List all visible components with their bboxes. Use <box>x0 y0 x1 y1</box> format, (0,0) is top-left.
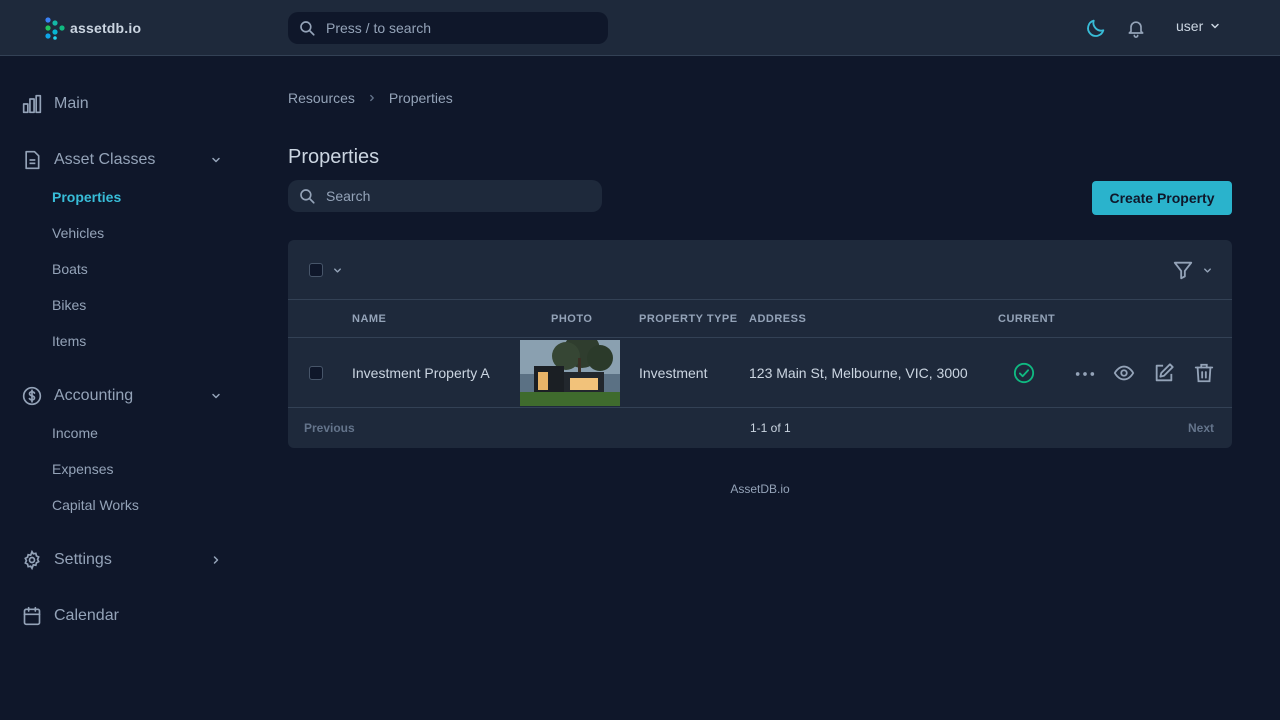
pagination: Previous 1-1 of 1 Next <box>288 408 1232 448</box>
sidebar-subitem-income[interactable]: Income <box>52 425 98 441</box>
select-all-checkbox[interactable] <box>309 263 323 277</box>
table-header: NAME PHOTO PROPERTY TYPE ADDRESS CURRENT <box>288 300 1232 338</box>
sidebar-item-label: Asset Classes <box>54 151 156 168</box>
breadcrumb-current: Properties <box>388 90 453 106</box>
sidebar-subitem-items[interactable]: Items <box>52 333 86 349</box>
properties-table: NAME PHOTO PROPERTY TYPE ADDRESS CURRENT… <box>288 240 1232 448</box>
table-row[interactable]: Investment Property A Investment 123 Mai… <box>288 338 1232 408</box>
cell-address: 123 Main St, Melbourne, VIC, 3000 <box>749 365 968 381</box>
chevron-down-icon <box>1211 23 1219 29</box>
chevron-down-icon <box>212 393 220 399</box>
dollar-icon <box>22 386 42 406</box>
chevron-right-icon <box>213 556 219 564</box>
moon-icon[interactable] <box>1085 17 1107 39</box>
create-property-button[interactable]: Create Property <box>1092 181 1232 215</box>
pagination-summary: 1-1 of 1 <box>750 421 791 435</box>
sidebar-item-accounting[interactable]: Accounting <box>22 384 222 408</box>
check-circle-icon <box>1013 362 1035 384</box>
sidebar-subitem-capital-works[interactable]: Capital Works <box>52 497 139 513</box>
search-icon <box>300 189 315 204</box>
column-header-current[interactable]: CURRENT <box>998 313 1055 325</box>
sidebar-item-asset-classes[interactable]: Asset Classes <box>22 148 222 172</box>
next-button[interactable]: Next <box>1188 421 1214 435</box>
global-search[interactable] <box>288 12 608 44</box>
app-logo[interactable]: assetdb.io <box>44 16 141 40</box>
breadcrumb-resources[interactable]: Resources <box>288 90 355 106</box>
page-title: Properties <box>288 146 380 168</box>
previous-button[interactable]: Previous <box>304 421 355 435</box>
sidebar-item-main[interactable]: Main <box>22 92 222 116</box>
sidebar-item-label: Main <box>54 95 89 112</box>
edit-icon[interactable] <box>1153 362 1175 384</box>
user-menu[interactable]: user <box>1176 18 1221 34</box>
search-icon <box>300 21 315 36</box>
sidebar-subitem-properties[interactable]: Properties <box>52 189 121 205</box>
chevron-down-icon[interactable] <box>332 265 343 276</box>
chevron-down-icon[interactable] <box>1202 265 1213 276</box>
column-header-photo: PHOTO <box>551 313 593 325</box>
logo-text: assetdb.io <box>70 20 142 36</box>
chevron-right-icon <box>370 94 374 102</box>
property-photo[interactable] <box>520 340 620 406</box>
eye-icon[interactable] <box>1113 362 1135 384</box>
trash-icon[interactable] <box>1193 362 1215 384</box>
sidebar-item-label: Settings <box>54 551 112 568</box>
row-checkbox[interactable] <box>309 366 323 380</box>
table-search-input[interactable] <box>326 188 586 204</box>
table-toolbar <box>288 240 1232 300</box>
cell-name[interactable]: Investment Property A <box>352 365 490 381</box>
sidebar-item-settings[interactable]: Settings <box>22 548 222 572</box>
sidebar-subitem-expenses[interactable]: Expenses <box>52 461 113 477</box>
sidebar-item-calendar[interactable]: Calendar <box>22 604 222 628</box>
bell-icon[interactable] <box>1126 17 1146 39</box>
user-name: user <box>1176 18 1204 34</box>
calendar-icon <box>23 606 41 626</box>
sidebar-subitem-vehicles[interactable]: Vehicles <box>52 225 104 241</box>
document-icon <box>25 150 40 170</box>
sidebar: Main Asset Classes Properties Vehicles B… <box>0 56 240 720</box>
column-header-address[interactable]: ADDRESS <box>749 313 806 325</box>
column-header-property-type[interactable]: PROPERTY TYPE <box>639 313 738 325</box>
sidebar-subitem-boats[interactable]: Boats <box>52 261 88 277</box>
more-icon[interactable] <box>1074 363 1096 385</box>
bar-chart-icon <box>22 94 42 114</box>
cell-property-type: Investment <box>639 365 708 381</box>
chevron-down-icon <box>212 157 220 163</box>
global-search-input[interactable] <box>326 20 586 36</box>
column-header-name[interactable]: NAME <box>352 313 386 325</box>
gear-icon <box>24 550 40 570</box>
footer-text: AssetDB.io <box>730 482 790 496</box>
house-photo-icon <box>520 340 620 406</box>
logo-icon <box>45 17 65 40</box>
filter-icon[interactable] <box>1172 259 1194 281</box>
sidebar-subitem-bikes[interactable]: Bikes <box>52 297 86 313</box>
top-bar: assetdb.io user <box>0 0 1280 56</box>
sidebar-item-label: Calendar <box>54 607 119 624</box>
breadcrumb: Resources Properties <box>288 90 453 106</box>
table-search[interactable] <box>288 180 602 212</box>
sidebar-item-label: Accounting <box>54 387 134 404</box>
